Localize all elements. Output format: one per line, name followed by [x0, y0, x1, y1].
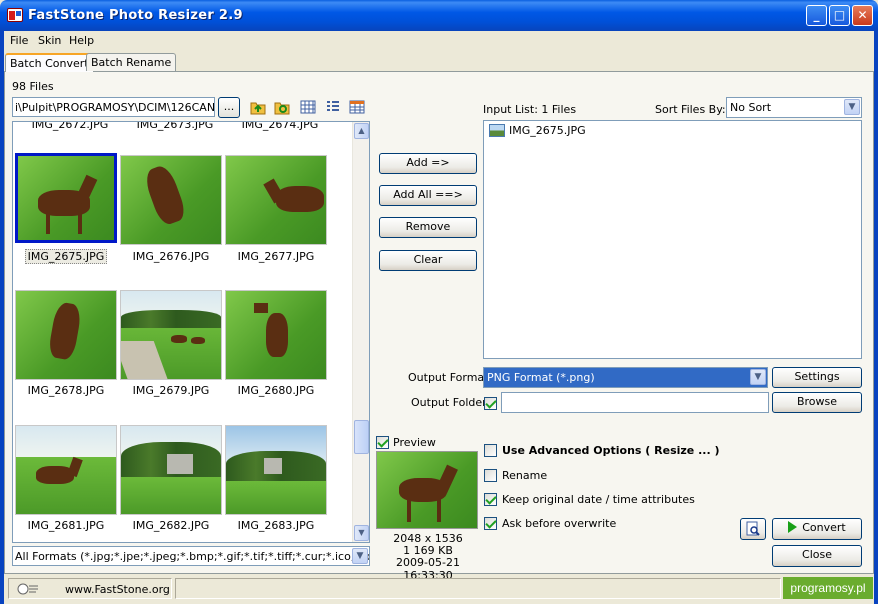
image-file-icon: [489, 124, 505, 137]
close-window-button[interactable]: ✕: [852, 5, 873, 26]
refresh-folder-icon[interactable]: [274, 99, 290, 115]
status-cell-website: www.FastStone.org: [8, 578, 172, 599]
menu-skin[interactable]: Skin: [38, 34, 61, 47]
thumbnail-img-2683[interactable]: [225, 425, 327, 515]
details-view-icon[interactable]: [349, 99, 365, 115]
scroll-down-button[interactable]: ▼: [354, 525, 369, 541]
settings-button[interactable]: Settings: [772, 367, 862, 388]
chevron-down-icon[interactable]: ▼: [750, 369, 766, 385]
add-all-button[interactable]: Add All ==>: [379, 185, 477, 206]
file-count: 98 Files: [12, 80, 54, 93]
ask-overwrite-checkbox[interactable]: [484, 517, 497, 530]
mascot-icon: [17, 583, 38, 595]
scroll-thumb[interactable]: [354, 420, 369, 454]
output-format-select[interactable]: PNG Format (*.png) ▼: [483, 367, 768, 388]
list-view-icon[interactable]: [325, 99, 341, 115]
preview-label: Preview: [393, 436, 436, 449]
browse-button[interactable]: Browse: [772, 392, 862, 413]
thumbnail-caption: IMG_2680.JPG: [237, 384, 315, 397]
thumbnail-caption: IMG_2675.JPG: [15, 249, 117, 264]
thumbnail-caption: IMG_2678.JPG: [27, 384, 105, 397]
close-button[interactable]: Close: [772, 545, 862, 567]
output-format-label: Output Format:: [408, 371, 493, 384]
menu-file[interactable]: File: [10, 34, 28, 47]
thumbnail-caption: IMG_2677.JPG: [237, 250, 315, 263]
thumbnail-caption: IMG_2683.JPG: [237, 519, 315, 532]
thumbnail-caption: IMG_2676.JPG: [132, 250, 210, 263]
magnifier-icon: [746, 521, 760, 536]
preview-image: [376, 451, 478, 529]
watermark-badge: programosy.pl: [783, 577, 873, 599]
thumbnail-img-2676[interactable]: [120, 155, 222, 245]
rename-label[interactable]: Rename: [502, 469, 547, 482]
app-icon: [7, 8, 23, 22]
folder-path-input[interactable]: i\Pulpit\PROGRAMOSY\DCIM\126CANON\: [12, 97, 215, 117]
scroll-up-button[interactable]: ▲: [354, 123, 369, 139]
thumbnail-scrollbar[interactable]: ▲ ▼: [352, 122, 369, 542]
play-icon: [788, 521, 798, 533]
convert-label: Convert: [802, 521, 846, 534]
file-type-filter-value: All Formats (*.jpg;*.jpe;*.jpeg;*.bmp;*.…: [15, 550, 370, 563]
status-cell-empty: [175, 578, 781, 599]
folder-up-icon[interactable]: [250, 99, 266, 115]
ask-overwrite-label[interactable]: Ask before overwrite: [502, 517, 616, 530]
browse-folder-button[interactable]: ...: [218, 97, 240, 118]
thumbnail-img-2678[interactable]: [15, 290, 117, 380]
website-link[interactable]: www.FastStone.org: [65, 583, 170, 596]
clear-button[interactable]: Clear: [379, 250, 477, 271]
advanced-options-checkbox[interactable]: [484, 444, 497, 457]
thumbnail-view-icon[interactable]: [300, 99, 316, 115]
window-title: FastStone Photo Resizer 2.9: [28, 8, 243, 23]
chevron-down-icon[interactable]: ▼: [844, 99, 860, 115]
minimize-button[interactable]: _: [806, 5, 827, 26]
list-item[interactable]: IMG_2675.JPG: [484, 121, 684, 141]
keep-date-checkbox[interactable]: [484, 493, 497, 506]
preview-checkbox[interactable]: [376, 436, 389, 449]
thumbnail-img-2679[interactable]: [120, 290, 222, 380]
thumbnail-caption: IMG_2681.JPG: [27, 519, 105, 532]
input-list-label: Input List: 1 Files: [483, 103, 577, 116]
thumbnail-caption: IMG_2682.JPG: [132, 519, 210, 532]
thumbnail-caption: IMG_2673.JPG: [136, 121, 214, 131]
thumbnail-img-2680[interactable]: [225, 290, 327, 380]
chevron-down-icon[interactable]: ▼: [352, 548, 368, 564]
preview-zoom-button[interactable]: [740, 518, 766, 540]
maximize-button[interactable]: □: [829, 5, 850, 26]
tab-batch-rename[interactable]: Batch Rename: [86, 53, 177, 71]
output-folder-input[interactable]: [501, 392, 769, 413]
sort-files-value: No Sort: [730, 101, 772, 114]
list-item-label: IMG_2675.JPG: [509, 124, 586, 137]
remove-button[interactable]: Remove: [379, 217, 477, 238]
thumbnail-img-2675[interactable]: [15, 153, 117, 243]
sort-files-label: Sort Files By:: [655, 103, 726, 116]
thumbnail-img-2682[interactable]: [120, 425, 222, 515]
menu-help[interactable]: Help: [69, 34, 94, 47]
rename-checkbox[interactable]: [484, 469, 497, 482]
add-button[interactable]: Add =>: [379, 153, 477, 174]
status-bar: www.FastStone.org: [4, 578, 874, 600]
tab-batch-convert[interactable]: Batch Convert: [5, 53, 94, 72]
convert-button[interactable]: Convert: [772, 518, 862, 540]
title-bar[interactable]: FastStone Photo Resizer 2.9 _ □ ✕: [0, 0, 878, 31]
thumbnail-caption: IMG_2674.JPG: [241, 121, 319, 131]
window-border-right: [874, 31, 878, 604]
thumbnail-grid[interactable]: IMG_2672.JPG IMG_2673.JPG IMG_2674.JPG I…: [12, 121, 370, 543]
output-folder-checkbox[interactable]: [484, 397, 497, 410]
sort-files-select[interactable]: No Sort ▼: [726, 97, 862, 118]
input-file-list[interactable]: IMG_2675.JPG: [483, 120, 862, 359]
file-type-filter[interactable]: All Formats (*.jpg;*.jpe;*.jpeg;*.bmp;*.…: [12, 546, 370, 566]
output-folder-label: Output Folder:: [411, 396, 491, 409]
thumbnail-img-2681[interactable]: [15, 425, 117, 515]
thumbnail-img-2677[interactable]: [225, 155, 327, 245]
thumbnail-caption: IMG_2679.JPG: [132, 384, 210, 397]
output-format-value: PNG Format (*.png): [487, 371, 595, 384]
keep-date-label[interactable]: Keep original date / time attributes: [502, 493, 695, 506]
thumbnail-caption: IMG_2672.JPG: [31, 121, 109, 131]
advanced-options-label[interactable]: Use Advanced Options ( Resize ... ): [502, 444, 719, 457]
